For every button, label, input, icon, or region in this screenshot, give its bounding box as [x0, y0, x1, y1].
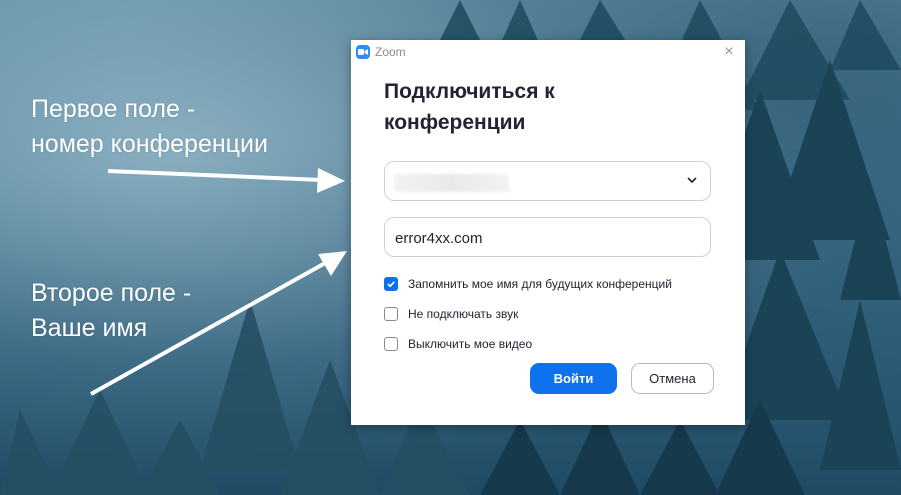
cancel-button[interactable]: Отмена [631, 363, 714, 394]
heading-line: конференции [384, 111, 526, 134]
arrow-to-first-field [107, 168, 345, 193]
name-field[interactable] [384, 217, 711, 257]
name-input[interactable] [395, 228, 695, 248]
no-audio-checkbox[interactable] [384, 307, 398, 321]
arrow-to-second-field [90, 251, 347, 396]
window-title: Zoom [375, 45, 406, 59]
zoom-camera-icon [356, 45, 370, 59]
remember-name-checkbox[interactable] [384, 277, 398, 291]
video-off-label: Выключить мое видео [408, 337, 533, 351]
remember-name-label: Запомнить мое имя для будущих конференци… [408, 277, 672, 291]
checkmark-icon [387, 281, 395, 288]
video-off-checkbox[interactable] [384, 337, 398, 351]
meeting-id-combobox[interactable] [384, 161, 711, 201]
chevron-down-icon[interactable] [686, 176, 698, 184]
dialog-heading: Подключиться к конференции [384, 76, 714, 138]
blurred-meeting-id [394, 174, 509, 192]
join-meeting-dialog: Zoom × Подключиться к конференции Запомн… [351, 40, 745, 425]
no-audio-label: Не подключать звук [408, 307, 519, 321]
heading-line: Подключиться к [384, 80, 555, 103]
close-button[interactable]: × [719, 42, 739, 62]
join-button[interactable]: Войти [530, 363, 617, 394]
title-bar: Zoom × [351, 40, 745, 64]
